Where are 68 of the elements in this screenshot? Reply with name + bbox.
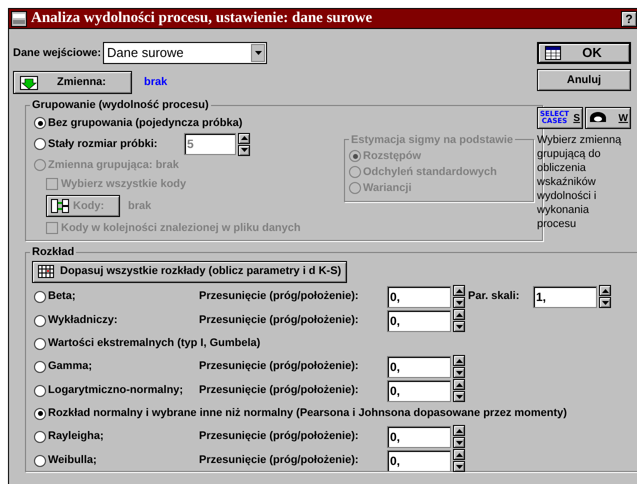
field-label: Przesunięcie (próg/położenie): [199, 359, 360, 374]
spinner[interactable] [453, 309, 465, 332]
input-field[interactable]: 1, [533, 286, 597, 308]
radio-button[interactable] [34, 290, 46, 302]
table-icon [545, 46, 561, 60]
spinner[interactable] [453, 355, 465, 378]
group-title: Estymacja sigmy na podstawie [350, 132, 514, 148]
spinner[interactable] [453, 449, 465, 472]
field-label: Przesunięcie (próg/położenie): [199, 289, 360, 304]
option-label: Stały rozmiar próbki: [48, 136, 158, 152]
radio-button[interactable] [34, 314, 46, 326]
window-title: Analiza wydolności procesu, ustawienie: dane surowe [31, 9, 374, 28]
input-field[interactable]: 0, [387, 426, 451, 448]
option-label: Logarytmiczno-normalny; [48, 383, 184, 398]
help-button[interactable]: ? [621, 10, 637, 26]
radio-button[interactable] [34, 454, 46, 466]
cancel-button[interactable]: Anuluj [537, 69, 631, 91]
field-label: Przesunięcie (próg/położenie): [199, 453, 360, 468]
option-label: Rozstępów [363, 148, 422, 164]
radio-button[interactable] [34, 360, 46, 372]
radio-button[interactable] [34, 117, 46, 129]
option-label: Beta; [48, 289, 76, 304]
radio-button[interactable] [34, 338, 46, 350]
variable-value: brak [144, 75, 168, 90]
codes-grid-icon [51, 199, 69, 213]
option-label: Gamma; [48, 359, 92, 374]
option-label: Wykładniczy: [48, 313, 118, 328]
option-label: Wartości ekstremalnych (typ I, Gumbela) [48, 336, 260, 352]
grid-icon [38, 265, 54, 278]
option-label: Zmienna grupująca: brak [48, 158, 179, 173]
dropdown-arrow-icon [254, 51, 262, 55]
group-title: Rozkład [31, 245, 76, 260]
field-label: Par. skali: [468, 289, 520, 304]
spinner[interactable] [453, 379, 465, 402]
input-field[interactable]: 0, [387, 450, 451, 472]
spinner[interactable] [599, 285, 611, 308]
spinner[interactable] [453, 425, 465, 448]
hint-text: Wybierz zmienną grupującą do obliczenia wskaźników wydolności i wykonania procesu [537, 133, 622, 231]
option-label: Weibulla; [48, 453, 97, 468]
variable-list-icon [20, 76, 38, 90]
option-label: Rayleigha; [48, 429, 104, 444]
variable-button[interactable]: Zmienna: [13, 71, 132, 94]
fit-all-button[interactable]: Dopasuj wszystkie rozkłady (oblicz parametry i d K-S) [32, 260, 348, 282]
radio-button[interactable] [34, 408, 46, 420]
field-label: Przesunięcie (próg/położenie): [199, 383, 360, 398]
checkbox-label: Wybierz wszystkie kody [61, 176, 186, 192]
input-label: Dane wejściowe: [13, 46, 102, 61]
weight-button[interactable]: W [585, 107, 631, 129]
checkbox-label: Kody w kolejności znalezionej w pliku danych [61, 220, 301, 236]
dropdown[interactable]: Dane surowe [103, 42, 268, 64]
field-label: Przesunięcie (próg/położenie): [199, 313, 360, 328]
group-title: Grupowanie (wydolność procesu) [31, 98, 210, 113]
weight-icon [588, 111, 608, 125]
field-label: Przesunięcie (próg/położenie): [199, 429, 360, 444]
radio-button[interactable] [34, 138, 46, 150]
radio-button[interactable] [34, 384, 46, 396]
option-label: Bez grupowania (pojedyncza próbka) [48, 116, 242, 131]
option-label: Rozkład normalny i wybrane inne niż normalny (Pearsona i Johnsona dopasowane przez momenty) [48, 406, 567, 422]
input-field[interactable]: 0, [387, 286, 451, 308]
input-field[interactable]: 0, [387, 356, 451, 378]
option-label: Odchyleń standardowych [363, 164, 497, 180]
input-field[interactable]: 0, [387, 310, 451, 332]
spinner[interactable] [453, 285, 465, 308]
option-label: Wariancji [363, 180, 412, 196]
codes-value: brak [128, 198, 152, 214]
input-field[interactable]: 0, [387, 380, 451, 402]
radio-button[interactable] [34, 430, 46, 442]
ok-button[interactable]: OK [537, 42, 631, 64]
